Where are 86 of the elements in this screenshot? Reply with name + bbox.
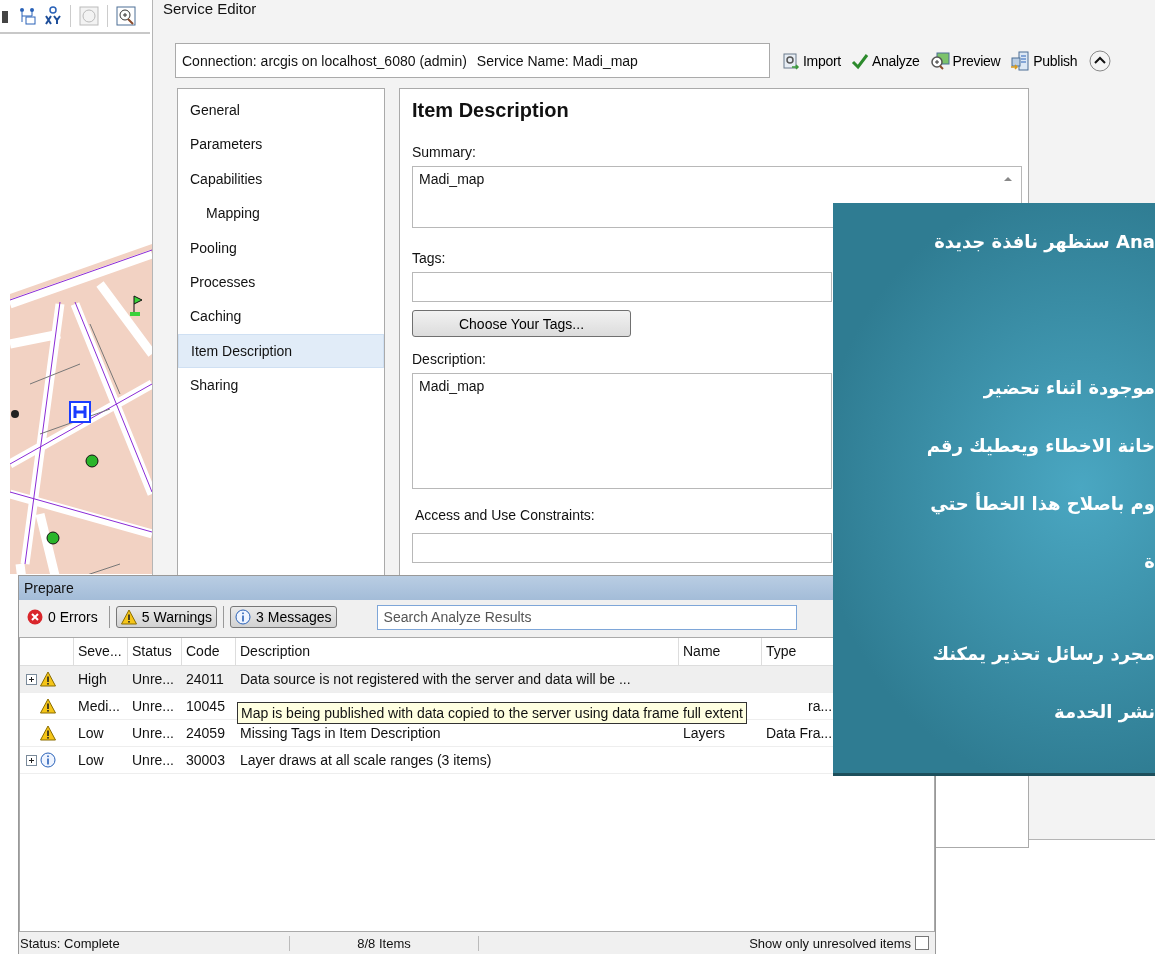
table-cell: Layer draws at all scale ranges (3 items) [240,752,492,768]
nav-item[interactable]: Capabilities [178,161,384,197]
server-icon [1010,50,1031,71]
callout-text: نشر الخدمة [1053,700,1155,725]
collapse-icon[interactable] [1089,49,1112,72]
warning-icon [120,609,137,625]
table-cell-text: 10045 [185,698,226,714]
hospital-icon [69,401,91,423]
toolbar-button[interactable]: Publish [1008,48,1080,73]
scroll-up-icon[interactable] [1003,176,1013,182]
nav-item[interactable]: Caching [178,299,384,334]
table-cell-text: 30003 [185,752,226,768]
table-cell-text: Unre... [131,671,175,687]
table-cell: Data Fra... [766,725,833,741]
table-cell-text: Unre... [131,752,175,768]
nav-item[interactable]: Processes [178,264,384,300]
nav-item[interactable]: Item Description [178,333,384,369]
callout-text: خانة الاخطاء ويعطيك رقم [925,434,1155,459]
nav-item[interactable]: Pooling [178,230,384,265]
point-marker [11,410,19,418]
nav-item[interactable]: General [178,93,384,128]
field-label: Description: [412,351,486,367]
description-field[interactable]: Madi_map [412,373,832,489]
status-text: Status: Complete [19,935,121,951]
table-cell-text: Low [77,725,105,741]
toolbar-button[interactable]: Preview [927,49,1003,72]
column-header[interactable]: Name [679,638,762,665]
filter-toggle[interactable]: 0 Errors [22,606,103,628]
expand-icon[interactable] [26,754,37,766]
table-cell: Data source is not registered with the server and data will be ... [240,671,631,687]
window-title: Service Editor [162,0,258,19]
table-cell-text: Unre... [131,698,175,714]
flag-icon [130,295,143,316]
toolbar-button[interactable]: Analyze [848,49,922,72]
warning-icon [40,671,56,687]
info-icon [235,609,252,625]
table-cell-text: Medi... [77,698,121,714]
table-cell: Layers [683,725,726,741]
document-gear-icon [782,51,800,70]
warning-icon [40,698,56,714]
callout-text: موجودة اثناء تحضير [982,376,1155,401]
filter-label: Show only unresolved items [749,935,911,951]
map-magnifier-icon [929,51,950,70]
table-cell: ra... [808,698,833,714]
table-cell-text: 24059 [185,725,226,741]
error-icon [27,609,43,625]
filter-toggle[interactable]: 3 Messages [230,606,337,628]
table-cell-text: 24011 [185,671,225,687]
table-cell-text: High [77,671,108,687]
table-cell-text: Unre... [131,725,175,741]
zoom-in-icon[interactable] [116,6,136,26]
field-label: Access and Use Constraints: [415,507,595,523]
nav-item[interactable]: Sharing [178,368,384,403]
tree-diagram-icon[interactable] [18,7,36,25]
nav-item[interactable]: Mapping [178,196,384,231]
point-marker [85,454,99,468]
xy-icon[interactable] [44,6,62,26]
warning-icon [40,725,56,741]
field-label: Summary: [412,144,476,160]
column-header[interactable]: Description [236,638,679,665]
point-marker [46,531,60,545]
column-header[interactable]: Status [128,638,182,665]
connection-field: Connection: arcgis on localhost_6080 (admin) Service Name: Madi_map [175,43,770,78]
panel-title: Item Description [412,99,570,122]
search-field[interactable]: Search Analyze Results [376,604,797,630]
filter-toggle[interactable]: 5 Warnings [115,606,218,628]
nav-item[interactable]: Parameters [178,127,384,162]
toolbar-button[interactable]: Import [780,49,843,72]
info-icon [40,752,56,768]
column-header[interactable]: Seve... [74,638,128,665]
column-header[interactable]: Code [182,638,236,665]
tags-field[interactable] [412,272,832,302]
callout-text: مجرد رسائل تحذير يمكنك [931,642,1155,667]
table-cell: Missing Tags in Item Description [240,725,441,741]
checkbox[interactable] [915,936,929,950]
constraints-field[interactable] [412,533,832,563]
callout-text: Ana ستظهر نافذة جديدة [933,230,1155,255]
choose-tags-button[interactable]: Choose Your Tags... [412,310,631,337]
callout-text: وم باصلاح هذا الخطأ حتي [929,491,1155,517]
field-label: Tags: [412,250,446,266]
expand-icon[interactable] [26,673,37,685]
checkmark-icon [850,51,869,70]
table-cell-text: Low [77,752,105,768]
callout-text: ة [1143,550,1155,574]
item-count: 8/8 Items [289,935,479,951]
tooltip: Map is being published with data copied to the server using data frame full extent [237,702,747,724]
